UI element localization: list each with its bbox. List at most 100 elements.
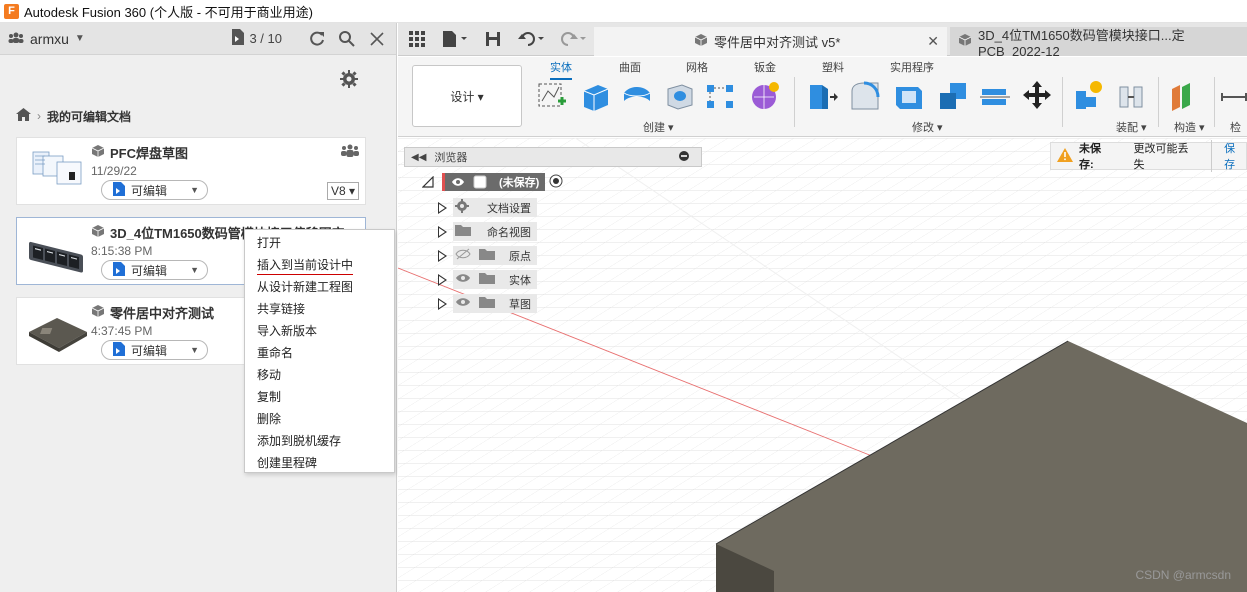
close-tab-icon[interactable]: ✕: [927, 33, 939, 50]
tab-utilities[interactable]: 实用程序: [890, 59, 934, 75]
eye-icon[interactable]: [455, 296, 471, 311]
collapse-icon[interactable]: ◀◀: [411, 152, 426, 163]
design-workspace: 零件居中对齐测试 v5* ✕ 3D_4位TM1650数码管模块接口...定PCB…: [398, 23, 1247, 592]
expand-triangle-icon[interactable]: [438, 297, 447, 310]
search-icon[interactable]: [336, 28, 358, 50]
cube-icon: [91, 224, 105, 241]
divider: [1214, 77, 1215, 127]
menu-item-move[interactable]: 移动: [245, 364, 394, 386]
menu-item-delete[interactable]: 删除: [245, 408, 394, 430]
fillet-icon[interactable]: [848, 79, 882, 113]
divider: [1158, 77, 1159, 127]
offset-plane-icon[interactable]: [1168, 79, 1202, 113]
browser-panel-header[interactable]: ◀◀ 浏览器: [404, 147, 702, 167]
gear-icon[interactable]: [340, 69, 358, 91]
expand-triangle-icon[interactable]: [438, 273, 447, 286]
active-radio-icon[interactable]: [549, 174, 563, 191]
browser-item-document-settings[interactable]: 文档设置: [438, 198, 537, 217]
breadcrumb-current[interactable]: 我的可编辑文档: [47, 108, 131, 125]
group-inspect[interactable]: 检: [1230, 119, 1241, 135]
chevron-down-icon: ▼: [190, 185, 199, 195]
menu-item-copy[interactable]: 复制: [245, 386, 394, 408]
document-count-text: 3 / 10: [249, 31, 282, 46]
redo-icon[interactable]: [558, 28, 592, 50]
tab-document-active[interactable]: 零件居中对齐测试 v5* ✕: [594, 27, 947, 56]
browser-item-sketches[interactable]: 草图: [438, 294, 537, 313]
group-assemble[interactable]: 装配 ▾: [1116, 119, 1147, 135]
menu-item-upload-new-version[interactable]: 导入新版本: [245, 320, 394, 342]
file-menu-icon[interactable]: [440, 28, 472, 50]
close-icon[interactable]: [366, 28, 388, 50]
edit-permission-dropdown[interactable]: 可编辑 ▼: [101, 260, 208, 280]
folder-icon: [479, 272, 495, 287]
new-component-icon[interactable]: [1072, 79, 1106, 113]
fusion-logo-icon: F: [4, 3, 19, 19]
group-construct[interactable]: 构造 ▾: [1174, 119, 1205, 135]
grid-menu-icon[interactable]: [406, 28, 428, 50]
cube-icon: [91, 144, 105, 161]
data-panel: armxu ▼ 3 / 10 › 我的可编辑文档 PFC焊盘草图 11/29/2…: [0, 23, 397, 592]
split-body-icon[interactable]: [978, 79, 1012, 113]
tab-sheet-metal[interactable]: 钣金: [754, 59, 776, 75]
extrude-icon[interactable]: [578, 79, 612, 113]
eye-icon[interactable]: [451, 176, 465, 188]
context-menu: 打开 插入到当前设计中 从设计新建工程图 共享链接 导入新版本 重命名 移动 复…: [244, 229, 395, 473]
expand-triangle-icon[interactable]: [438, 249, 447, 262]
eye-icon[interactable]: [455, 272, 471, 287]
tab-mesh[interactable]: 网格: [686, 59, 708, 75]
combine-icon[interactable]: [936, 79, 970, 113]
document-card[interactable]: PFC焊盘草图 11/29/22 可编辑 ▼ V8 ▾: [16, 137, 366, 205]
tab-plastic[interactable]: 塑料: [822, 59, 844, 75]
group-modify[interactable]: 修改 ▾: [912, 119, 943, 135]
minus-circle-icon[interactable]: [679, 150, 689, 164]
divider: [1062, 77, 1063, 127]
menu-item-share-link[interactable]: 共享链接: [245, 298, 394, 320]
save-icon[interactable]: [482, 28, 504, 50]
editable-icon: [112, 261, 126, 279]
expanded-triangle-icon[interactable]: [422, 176, 434, 188]
browser-root[interactable]: (未保存): [422, 173, 563, 191]
measure-icon[interactable]: [1220, 79, 1247, 113]
edit-permission-dropdown[interactable]: 可编辑 ▼: [101, 340, 208, 360]
tab-solid[interactable]: 实体: [550, 59, 572, 80]
move-icon[interactable]: [1020, 79, 1054, 113]
version-badge[interactable]: V8 ▾: [326, 182, 359, 200]
eye-hidden-icon[interactable]: [455, 248, 471, 263]
menu-item-insert-into-current-design[interactable]: 插入到当前设计中: [245, 254, 394, 276]
toolbar-ribbon: 设计 ▾ 实体 曲面 网格 钣金 塑料 实用程序 创建 ▾ 修改 ▾ 装配 ▾ …: [398, 57, 1247, 137]
refresh-icon[interactable]: [306, 28, 328, 50]
save-link[interactable]: 保存: [1211, 140, 1246, 172]
menu-item-open[interactable]: 打开: [245, 232, 394, 254]
document-icon: [231, 29, 245, 48]
title-bar: F Autodesk Fusion 360 (个人版 - 不可用于商业用途): [0, 0, 1247, 23]
menu-item-create-milestone[interactable]: 创建里程碑: [245, 452, 394, 474]
edit-permission-dropdown[interactable]: 可编辑 ▼: [101, 180, 208, 200]
expand-triangle-icon[interactable]: [438, 201, 447, 214]
shell-icon[interactable]: [892, 79, 926, 113]
home-icon[interactable]: [16, 108, 31, 124]
press-pull-icon[interactable]: [804, 79, 838, 113]
create-form-icon[interactable]: [748, 79, 782, 113]
pattern-icon[interactable]: [704, 79, 738, 113]
menu-item-rename[interactable]: 重命名: [245, 342, 394, 364]
user-selector[interactable]: armxu ▼: [8, 31, 85, 47]
create-sketch-icon[interactable]: [536, 79, 570, 113]
expand-triangle-icon[interactable]: [438, 225, 447, 238]
browser-item-origin[interactable]: 原点: [438, 246, 537, 265]
document-title[interactable]: PFC焊盘草图: [91, 143, 359, 162]
group-create[interactable]: 创建 ▾: [643, 119, 674, 135]
revolve-icon[interactable]: [620, 79, 654, 113]
tab-document[interactable]: 3D_4位TM1650数码管模块接口...定PCB_2022-12: [950, 27, 1247, 59]
undo-icon[interactable]: [516, 28, 550, 50]
joint-icon[interactable]: [1114, 79, 1148, 113]
divider: [794, 77, 795, 127]
tab-surface[interactable]: 曲面: [619, 59, 641, 75]
browser-item-named-views[interactable]: 命名视图: [438, 222, 537, 241]
hole-icon[interactable]: [662, 79, 696, 113]
browser-item-bodies[interactable]: 实体: [438, 270, 537, 289]
unsaved-warning-bar: 未保存: 更改可能丢失 保存: [1050, 140, 1247, 172]
workspace-switcher[interactable]: 设计 ▾: [412, 65, 522, 127]
menu-item-new-drawing-from-design[interactable]: 从设计新建工程图: [245, 276, 394, 298]
browser-root-label: (未保存): [499, 177, 540, 189]
menu-item-add-offline-cache[interactable]: 添加到脱机缓存: [245, 430, 394, 452]
